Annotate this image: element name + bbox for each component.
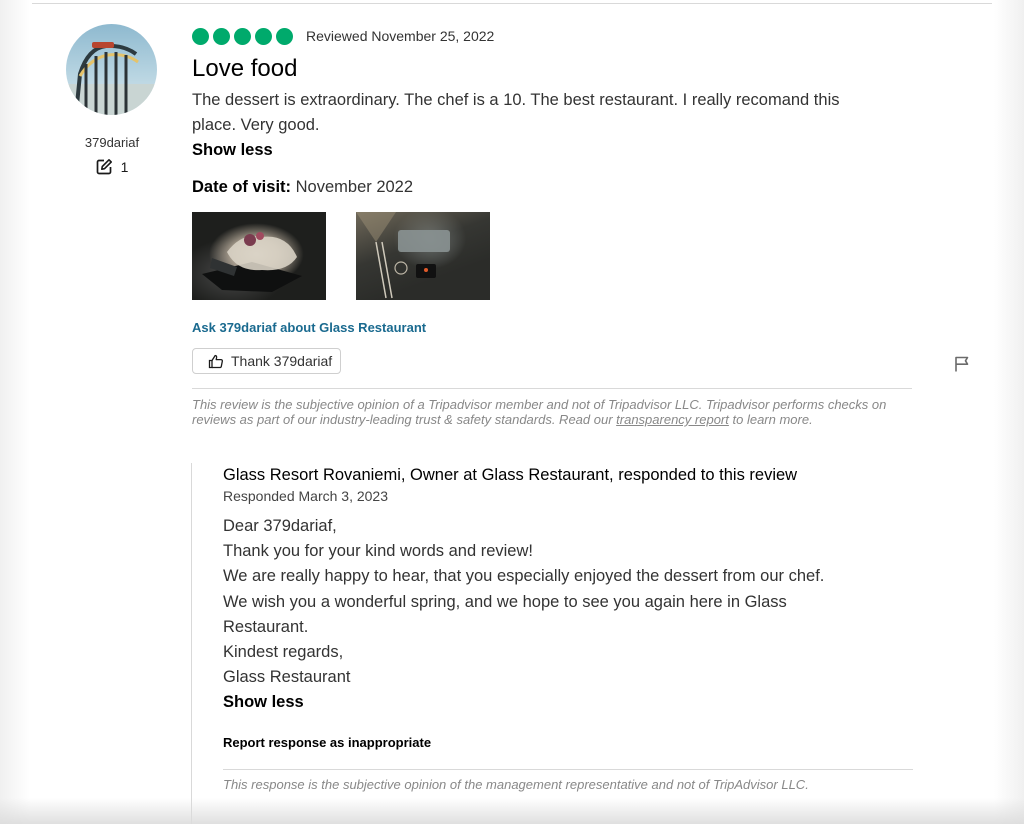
response-line: Glass Restaurant	[223, 668, 351, 687]
transparency-report-link[interactable]: transparency report	[616, 412, 729, 427]
response-line: Kindest regards,	[223, 643, 344, 662]
contributions-count: 1	[66, 158, 158, 175]
review-photos	[192, 212, 932, 300]
review-author: 379dariaf 1	[66, 24, 158, 175]
thumbs-up-icon	[208, 354, 223, 368]
show-less-button[interactable]: Show less	[192, 138, 932, 162]
response-line: Thank you for your kind words and review…	[223, 542, 533, 561]
review-disclaimer: This review is the subjective opinion of…	[192, 397, 892, 427]
table-setting-photo-icon	[356, 212, 450, 299]
review-body-line: The dessert is extraordinary. The chef i…	[192, 91, 840, 109]
review-title: Love food	[192, 55, 298, 82]
bottom-fade	[0, 798, 1024, 824]
rating-bubble-icon	[255, 27, 272, 45]
rating-bubbles	[192, 27, 293, 45]
response-header: Glass Resort Rovaniemi, Owner at Glass R…	[223, 466, 798, 484]
page-shadow-left	[0, 0, 30, 824]
response-disclaimer: This response is the subjective opinion …	[223, 777, 809, 793]
review-body: The dessert is extraordinary. The chef i…	[192, 88, 902, 138]
edit-icon	[96, 159, 112, 175]
report-review-flag-icon[interactable]	[953, 355, 971, 378]
roller-coaster-photo-icon	[66, 42, 157, 115]
page-shadow-right	[994, 0, 1024, 824]
response-line: Dear 379dariaf,	[223, 517, 337, 535]
date-of-visit-label: Date of visit:	[192, 178, 292, 196]
avatar[interactable]	[66, 24, 157, 115]
response-body: Dear 379dariaf, Thank you for your kind …	[223, 514, 913, 690]
disclaimer-text-end: to learn more.	[728, 412, 813, 427]
rating-bubble-icon	[192, 27, 209, 45]
response-divider	[223, 769, 913, 771]
response-line: We wish you a wonderful spring, and we h…	[223, 592, 787, 611]
top-divider	[32, 3, 992, 4]
review-divider	[192, 388, 912, 389]
response-show-less-button[interactable]: Show less	[223, 690, 913, 715]
date-of-visit-value: November 2022	[295, 178, 414, 196]
review-card: Reviewed November 25, 2022 Love food The…	[192, 26, 932, 427]
thank-author-button[interactable]: Thank 379dariaf	[192, 348, 342, 374]
review-body-line: place. Very good.	[192, 116, 320, 134]
date-of-visit: Date of visit: November 2022	[192, 175, 932, 199]
reviewed-date: Reviewed November 25, 2022	[306, 28, 495, 44]
rating-row: Reviewed November 25, 2022	[192, 26, 932, 46]
owner-response: Glass Resort Rovaniemi, Owner at Glass R…	[191, 463, 913, 824]
dessert-photo-icon	[202, 232, 302, 292]
review-photo-dessert[interactable]	[192, 212, 326, 300]
thank-button-label: Thank 379dariaf	[231, 353, 333, 369]
contributions-number: 1	[120, 158, 129, 175]
review-page: 379dariaf 1 Reviewed November 25, 2022 L…	[0, 0, 1024, 824]
response-line: Restaurant.	[223, 617, 309, 636]
author-name[interactable]: 379dariaf	[66, 135, 158, 150]
review-photo-table[interactable]	[356, 212, 490, 300]
report-response-link[interactable]: Report response as inappropriate	[223, 735, 913, 750]
response-line: We are really happy to hear, that you es…	[223, 567, 825, 586]
response-date: Responded March 3, 2023	[223, 488, 388, 504]
ask-author-link[interactable]: Ask 379dariaf about Glass Restaurant	[192, 320, 932, 335]
rating-bubble-icon	[234, 27, 251, 45]
rating-bubble-icon	[276, 27, 293, 45]
rating-bubble-icon	[213, 27, 230, 45]
